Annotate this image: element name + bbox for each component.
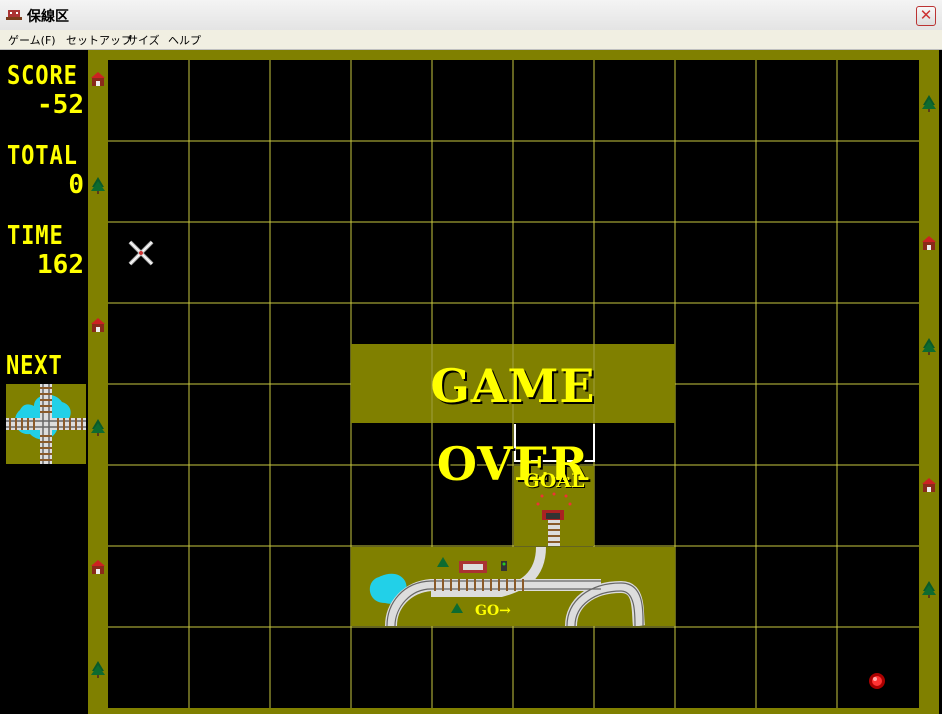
tree-icon: [922, 581, 936, 598]
board-border-top: [88, 50, 939, 60]
tree-icon: [91, 177, 105, 194]
house-icon: [91, 72, 105, 86]
board-border-bottom: [88, 708, 939, 714]
house-icon: [922, 236, 936, 250]
cursor-x-icon: [128, 240, 154, 266]
title-bar: 保線区 ✕: [0, 0, 942, 31]
menu-help[interactable]: ヘルプ: [168, 32, 201, 48]
house-icon: [91, 560, 105, 574]
house-icon: [922, 478, 936, 492]
score-value: -52: [37, 90, 84, 120]
tree-icon: [922, 338, 936, 355]
time-value: 162: [37, 250, 84, 280]
menu-size[interactable]: サイズ: [127, 32, 160, 48]
red-light-icon: [869, 673, 885, 689]
house-icon: [91, 318, 105, 332]
tree-icon: [91, 661, 105, 678]
score-label: SCORE: [7, 61, 78, 91]
board-border-left: [88, 50, 108, 714]
start-label: GO→: [475, 603, 511, 619]
next-tile-preview: [6, 384, 86, 464]
total-value: 0: [68, 170, 84, 200]
time-label: TIME: [7, 221, 64, 251]
tree-icon: [91, 419, 105, 436]
app-icon: [6, 10, 22, 20]
close-button[interactable]: ✕: [916, 6, 936, 26]
game-over-text: GAME OVER: [430, 359, 596, 491]
crossing-track-icon: [6, 384, 86, 464]
next-label: NEXT: [6, 351, 63, 381]
window-title: 保線区: [27, 9, 69, 25]
tree-icon: [922, 95, 936, 112]
railway-track-drawing: [369, 546, 645, 627]
track-row: [351, 546, 675, 627]
board-border-right: [919, 50, 939, 714]
total-label: TOTAL: [7, 141, 78, 171]
menu-bar: ゲーム(F) セットアップ サイズ ヘルプ: [0, 30, 942, 50]
menu-setup[interactable]: セットアップ: [66, 32, 132, 48]
game-area: SCORE -52 TOTAL 0 TIME 162 NEXT GAME OVE…: [0, 50, 942, 714]
hud-panel: SCORE -52 TOTAL 0 TIME 162 NEXT: [0, 50, 88, 714]
menu-game[interactable]: ゲーム(F): [8, 32, 56, 48]
goal-label: GOAL: [523, 470, 585, 492]
